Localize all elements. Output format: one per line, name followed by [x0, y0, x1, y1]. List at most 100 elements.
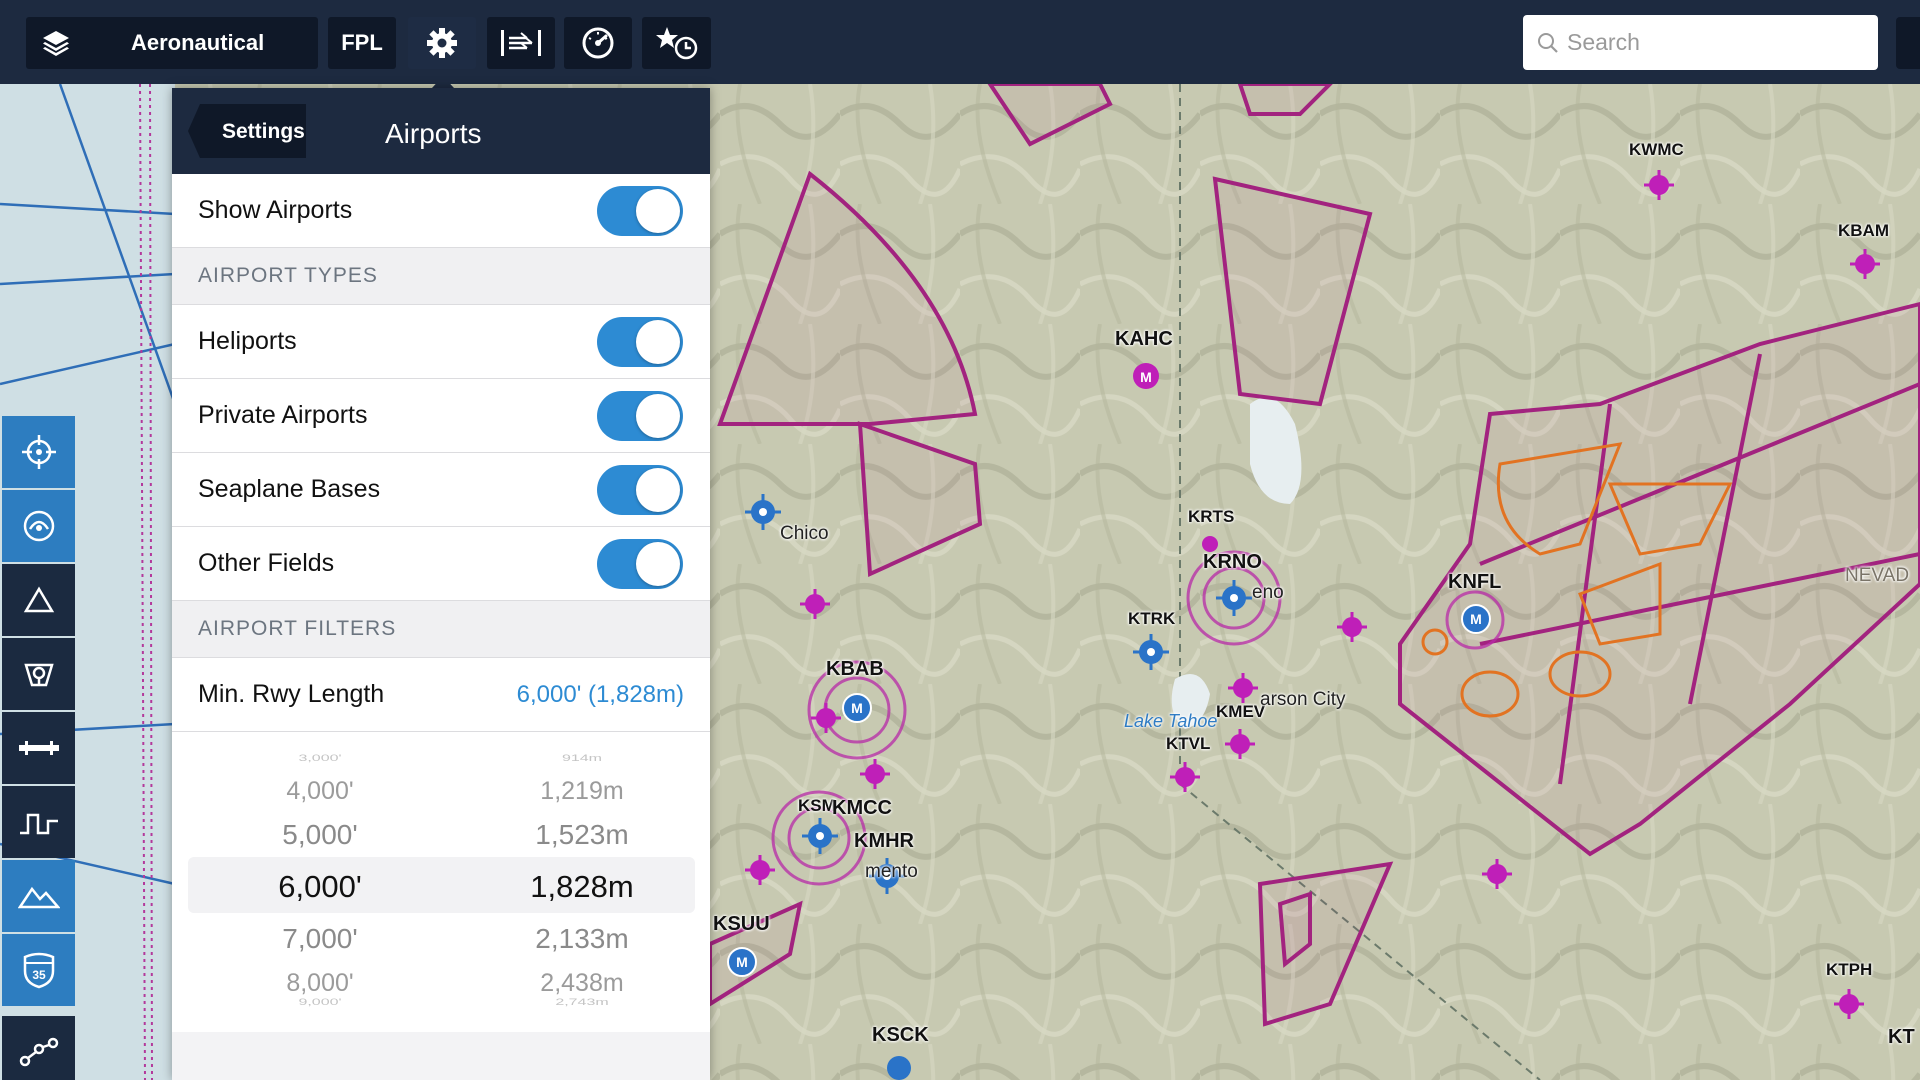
picker-feet: 9,000' [298, 998, 342, 1008]
map-label-krts[interactable]: KRTS [1188, 507, 1234, 527]
map-label-ktph[interactable]: KTPH [1826, 960, 1872, 980]
map-label-kmev[interactable]: KMEV [1216, 702, 1265, 722]
gear-icon [427, 28, 457, 58]
seaplane-bases-toggle[interactable] [597, 465, 683, 515]
seaplane-bases-label: Seaplane Bases [198, 475, 381, 503]
rail-highway-button[interactable]: 35 [2, 934, 75, 1006]
svg-text:M: M [736, 954, 748, 970]
other-fields-row: Other Fields [172, 527, 710, 601]
picker-feet: 4,000' [286, 777, 354, 805]
other-fields-label: Other Fields [198, 549, 335, 577]
map-label-knfl[interactable]: KNFL [1448, 571, 1501, 594]
map-label-reno: eno [1252, 582, 1284, 603]
toggle-knob [636, 542, 680, 586]
weather-button[interactable] [487, 17, 555, 69]
map-label-kt[interactable]: KT [1888, 1026, 1915, 1049]
map-layer-button[interactable]: Aeronautical [26, 17, 318, 69]
airport-diagram-icon [23, 663, 54, 687]
svg-text:M: M [1470, 611, 1482, 627]
runway-length-picker[interactable]: 3,000' 914m 4,000' 1,219m 5,000' 1,523m … [172, 732, 710, 1032]
map-label-ksm[interactable]: KSM [798, 796, 836, 816]
picker-meters: 914m [561, 754, 603, 764]
rail-route-button[interactable] [2, 1016, 75, 1080]
map-label-nevada: NEVAD [1845, 565, 1910, 586]
picker-feet: 3,000' [298, 754, 342, 764]
picker-row[interactable]: 9,000' 2,743m [172, 998, 710, 1008]
fpl-button[interactable]: FPL [328, 17, 396, 69]
wind-icon [501, 30, 541, 56]
rail-terrain-button[interactable] [2, 860, 75, 932]
crosshair-icon [21, 435, 56, 469]
more-button[interactable] [1896, 17, 1920, 69]
rail-crosshair-button[interactable] [2, 416, 75, 488]
map-label-kbab[interactable]: KBAB [826, 658, 884, 681]
search-icon [1538, 32, 1558, 53]
map-label-chico: Chico [780, 523, 829, 544]
airport-types-header: AIRPORT TYPES [172, 248, 710, 305]
search-field[interactable] [1523, 15, 1878, 70]
heliports-label: Heliports [198, 327, 297, 355]
seaplane-bases-row: Seaplane Bases [172, 453, 710, 527]
panel-pointer [432, 76, 454, 88]
terrain-icon [17, 886, 60, 909]
min-rwy-length-row[interactable]: Min. Rwy Length 6,000' (1,828m) [172, 658, 710, 732]
rail-triangle-button[interactable] [2, 564, 75, 636]
picker-feet: 7,000' [282, 923, 358, 954]
settings-back-label: Settings [222, 120, 305, 143]
heliports-row: Heliports [172, 305, 710, 379]
favorites-recents-button[interactable] [642, 17, 711, 69]
picker-meters: 2,743m [555, 998, 609, 1008]
map-layer-label: Aeronautical [131, 30, 265, 55]
show-airports-row: Show Airports [172, 174, 710, 248]
map-label-kmcc[interactable]: KMCC [832, 797, 892, 820]
panel-header: Settings Airports [172, 88, 710, 174]
airports-settings-panel: Settings Airports Show Airports AIRPORT … [172, 88, 710, 1080]
map-label-ksck[interactable]: KSCK [872, 1024, 929, 1047]
picker-row[interactable]: 8,000' 2,438m [172, 969, 710, 998]
map-label-ktrk[interactable]: KTRK [1128, 609, 1175, 629]
search-input[interactable] [1567, 29, 1867, 56]
map-label-kahc[interactable]: KAHC [1115, 328, 1173, 351]
picker-row[interactable]: 4,000' 1,219m [172, 777, 710, 806]
map-label-lake-tahoe: Lake Tahoe [1124, 711, 1218, 731]
rail-radar-button[interactable] [2, 490, 75, 562]
settings-button[interactable] [408, 17, 476, 69]
picker-row[interactable]: 3,000' 914m [172, 754, 710, 764]
min-rwy-length-value: 6,000' (1,828m) [516, 680, 684, 708]
other-fields-toggle[interactable] [597, 539, 683, 589]
map-label-krno[interactable]: KRNO [1203, 551, 1262, 574]
picker-row[interactable]: 7,000' 2,133m [172, 923, 710, 955]
picker-row-selected[interactable]: 6,000' 1,828m [172, 869, 710, 905]
instruments-button[interactable] [564, 17, 632, 69]
map-label-kwmc[interactable]: KWMC [1629, 140, 1684, 160]
triangle-icon [23, 586, 54, 613]
route-icon [19, 1037, 58, 1067]
airport-filters-header: AIRPORT FILTERS [172, 601, 710, 658]
rail-profile-button[interactable] [2, 786, 75, 858]
min-rwy-length-label: Min. Rwy Length [198, 680, 385, 708]
map-label-ksuu[interactable]: KSUU [713, 913, 770, 936]
map-label-carson-city: arson City [1260, 689, 1346, 710]
picker-meters: 2,133m [535, 923, 629, 954]
svg-text:M: M [1140, 369, 1152, 385]
map-label-kmhr[interactable]: KMHR [854, 830, 914, 853]
picker-row[interactable]: 5,000' 1,523m [172, 819, 710, 851]
toggle-knob [636, 468, 680, 512]
rail-runway-button[interactable] [2, 712, 75, 784]
rail-airport-diagram-button[interactable] [2, 638, 75, 710]
layers-icon [26, 28, 86, 58]
toggle-knob [636, 189, 680, 233]
star-clock-icon [655, 27, 697, 60]
picker-meters: 1,523m [535, 819, 629, 850]
map-label-ktvl[interactable]: KTVL [1166, 734, 1210, 754]
private-airports-toggle[interactable] [597, 391, 683, 441]
private-airports-label: Private Airports [198, 401, 368, 429]
show-airports-toggle[interactable] [597, 186, 683, 236]
map-label-kbam[interactable]: KBAM [1838, 221, 1889, 241]
panel-title: Airports [385, 118, 482, 149]
heliports-toggle[interactable] [597, 317, 683, 367]
picker-feet: 6,000' [278, 869, 362, 904]
picker-meters: 2,438m [540, 969, 624, 997]
top-toolbar: Aeronautical FPL [0, 0, 1920, 84]
profile-icon [19, 813, 58, 835]
